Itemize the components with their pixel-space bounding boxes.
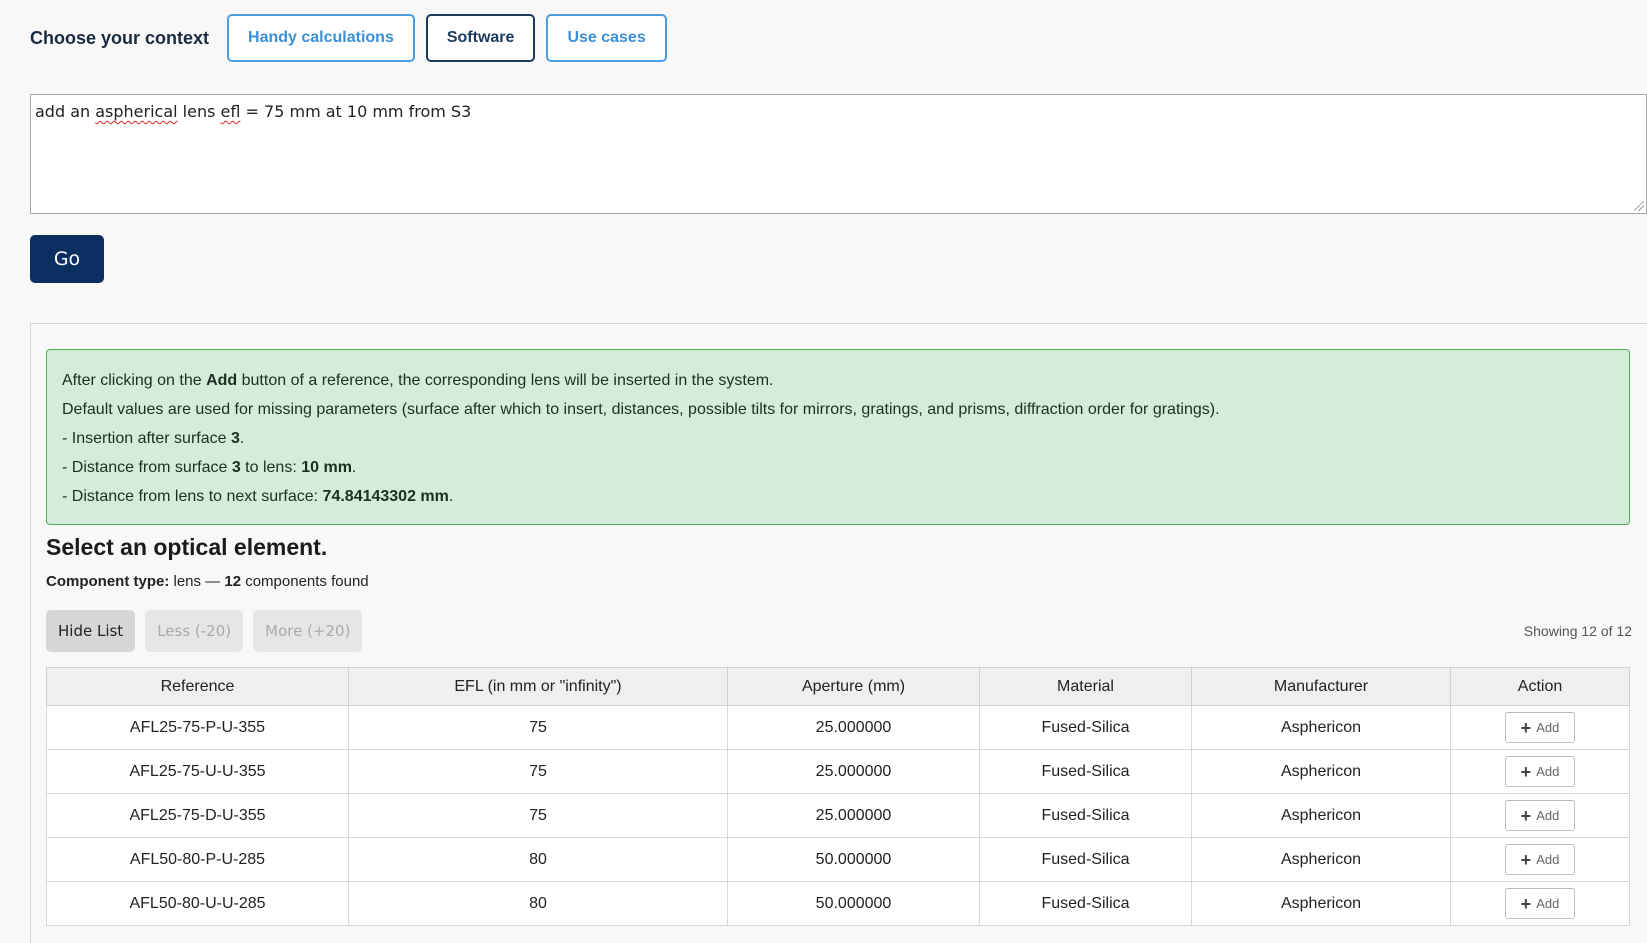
table-row: AFL25-75-U-U-355 75 25.000000 Fused-Sili… <box>46 749 1630 794</box>
cell-action: + Add <box>1450 705 1630 750</box>
more-button[interactable]: More (+20) <box>253 610 363 652</box>
plus-icon: + <box>1520 893 1532 914</box>
info-alert: After clicking on the Add button of a re… <box>46 349 1630 525</box>
cell-aperture: 50.000000 <box>727 837 980 882</box>
cell-manufacturer: Asphericon <box>1191 837 1451 882</box>
cell-reference: AFL25-75-D-U-355 <box>46 793 349 838</box>
add-button[interactable]: + Add <box>1505 800 1575 831</box>
section-title: Select an optical element. <box>46 534 328 560</box>
plus-icon: + <box>1520 805 1532 826</box>
cell-efl: 80 <box>348 881 728 926</box>
cell-manufacturer: Asphericon <box>1191 881 1451 926</box>
misspelled-word: efl <box>220 102 241 121</box>
cell-manufacturer: Asphericon <box>1191 793 1451 838</box>
cell-efl: 75 <box>348 793 728 838</box>
alert-line: - Insertion after surface 3. <box>62 430 245 447</box>
misspelled-word: aspherical <box>95 102 178 121</box>
less-button[interactable]: Less (-20) <box>145 610 244 652</box>
cell-efl: 75 <box>348 705 728 750</box>
cell-efl: 75 <box>348 749 728 794</box>
column-header-manufacturer[interactable]: Manufacturer <box>1191 667 1451 706</box>
alert-line: Default values are used for missing para… <box>62 401 1220 418</box>
results-panel: After clicking on the Add button of a re… <box>30 323 1647 943</box>
plus-icon: + <box>1520 849 1532 870</box>
column-header-action: Action <box>1450 667 1630 706</box>
context-bar: Choose your context Handy calculations S… <box>30 14 678 62</box>
cell-aperture: 25.000000 <box>727 793 980 838</box>
cell-action: + Add <box>1450 837 1630 882</box>
cell-aperture: 25.000000 <box>727 705 980 750</box>
context-handy-calculations-button[interactable]: Handy calculations <box>227 14 415 62</box>
cell-manufacturer: Asphericon <box>1191 749 1451 794</box>
cell-reference: AFL25-75-U-U-355 <box>46 749 349 794</box>
results-table: Reference EFL (in mm or "infinity") Aper… <box>46 667 1630 926</box>
column-header-reference[interactable]: Reference <box>46 667 349 706</box>
table-row: AFL25-75-D-U-355 75 25.000000 Fused-Sili… <box>46 793 1630 838</box>
query-textarea[interactable]: add an aspherical lens efl = 75 mm at 10… <box>30 94 1647 214</box>
cell-action: + Add <box>1450 793 1630 838</box>
table-row: AFL50-80-P-U-285 80 50.000000 Fused-Sili… <box>46 837 1630 882</box>
cell-material: Fused-Silica <box>979 749 1192 794</box>
add-button[interactable]: + Add <box>1505 756 1575 787</box>
cell-reference: AFL50-80-P-U-285 <box>46 837 349 882</box>
cell-manufacturer: Asphericon <box>1191 705 1451 750</box>
plus-icon: + <box>1520 761 1532 782</box>
column-header-material[interactable]: Material <box>979 667 1192 706</box>
column-header-efl[interactable]: EFL (in mm or "infinity") <box>348 667 728 706</box>
cell-material: Fused-Silica <box>979 881 1192 926</box>
cell-action: + Add <box>1450 749 1630 794</box>
context-software-button[interactable]: Software <box>425 14 536 62</box>
list-controls: Hide List Less (-20) More (+20) <box>46 610 372 652</box>
context-use-cases-button[interactable]: Use cases <box>546 14 667 62</box>
table-header-row: Reference EFL (in mm or "infinity") Aper… <box>46 667 1630 706</box>
plus-icon: + <box>1520 717 1532 738</box>
cell-reference: AFL50-80-U-U-285 <box>46 881 349 926</box>
table-row: AFL50-80-U-U-285 80 50.000000 Fused-Sili… <box>46 881 1630 926</box>
cell-efl: 80 <box>348 837 728 882</box>
add-button[interactable]: + Add <box>1505 712 1575 743</box>
cell-material: Fused-Silica <box>979 793 1192 838</box>
context-label: Choose your context <box>30 27 210 48</box>
add-button[interactable]: + Add <box>1505 844 1575 875</box>
table-row: AFL25-75-P-U-355 75 25.000000 Fused-Sili… <box>46 705 1630 750</box>
hide-list-button[interactable]: Hide List <box>46 610 136 652</box>
alert-line: - Distance from lens to next surface: 74… <box>62 488 454 505</box>
cell-aperture: 25.000000 <box>727 749 980 794</box>
cell-reference: AFL25-75-P-U-355 <box>46 705 349 750</box>
component-summary: Component type: lens — 12 components fou… <box>46 573 369 590</box>
alert-line: After clicking on the Add button of a re… <box>62 372 774 389</box>
resize-grip-icon[interactable] <box>1634 201 1644 211</box>
add-button[interactable]: + Add <box>1505 888 1575 919</box>
column-header-aperture[interactable]: Aperture (mm) <box>727 667 980 706</box>
cell-material: Fused-Silica <box>979 837 1192 882</box>
showing-count: Showing 12 of 12 <box>1523 623 1632 639</box>
cell-aperture: 50.000000 <box>727 881 980 926</box>
alert-line: - Distance from surface 3 to lens: 10 mm… <box>62 459 357 476</box>
cell-material: Fused-Silica <box>979 705 1192 750</box>
cell-action: + Add <box>1450 881 1630 926</box>
go-button[interactable]: Go <box>30 235 104 283</box>
